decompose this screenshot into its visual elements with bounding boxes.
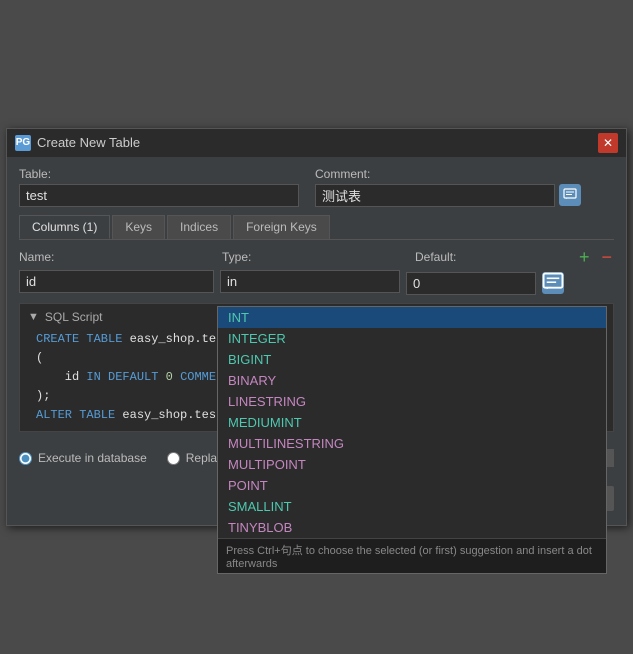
dropdown-item-linestring[interactable]: LINESTRING bbox=[218, 391, 606, 412]
dropdown-item-integer[interactable]: INTEGER bbox=[218, 328, 606, 349]
type-label: Type: bbox=[222, 250, 407, 264]
remove-column-button[interactable]: − bbox=[599, 248, 614, 266]
dropdown-item-tinyblob[interactable]: TINYBLOB bbox=[218, 517, 606, 538]
comment-label: Comment: bbox=[315, 167, 581, 181]
column-row bbox=[19, 270, 614, 295]
table-field-group: Table: bbox=[19, 167, 299, 207]
dropdown-item-mediumint[interactable]: MEDIUMINT bbox=[218, 412, 606, 433]
table-input[interactable] bbox=[19, 184, 299, 207]
comment-wrapper bbox=[315, 184, 581, 207]
dialog-body: Table: Comment: bbox=[7, 157, 626, 526]
chat-icon bbox=[563, 188, 577, 202]
tab-foreignkeys[interactable]: Foreign Keys bbox=[233, 215, 330, 239]
dropdown-item-multipoint[interactable]: MULTIPOINT bbox=[218, 454, 606, 475]
default-label: Default: bbox=[415, 250, 569, 264]
sql-section-label: SQL Script bbox=[45, 310, 103, 324]
dropdown-item-multilinestring[interactable]: MULTILINESTRING bbox=[218, 433, 606, 454]
column-default-input[interactable] bbox=[406, 272, 536, 295]
top-row: Table: Comment: bbox=[19, 167, 614, 207]
name-label: Name: bbox=[19, 250, 214, 264]
tab-columns[interactable]: Columns (1) bbox=[19, 215, 110, 239]
app-icon: PG bbox=[15, 135, 31, 151]
dialog-title: Create New Table bbox=[37, 135, 140, 150]
dropdown-item-point[interactable]: POINT bbox=[218, 475, 606, 496]
close-button[interactable]: ✕ bbox=[598, 133, 618, 153]
comment-input[interactable] bbox=[315, 184, 555, 207]
columns-area: Name: Type: Default: + − bbox=[19, 248, 614, 295]
default-wrapper bbox=[406, 272, 564, 295]
tab-keys[interactable]: Keys bbox=[112, 215, 165, 239]
execute-in-db-label: Execute in database bbox=[38, 451, 147, 465]
default-icon[interactable] bbox=[542, 272, 564, 294]
execute-in-db-radio[interactable] bbox=[19, 452, 32, 465]
column-type-input[interactable] bbox=[220, 270, 400, 293]
dropdown-item-bigint[interactable]: BIGINT bbox=[218, 349, 606, 370]
column-name-input[interactable] bbox=[19, 270, 214, 293]
dropdown-item-smallint[interactable]: SMALLINT bbox=[218, 496, 606, 517]
comment-icon[interactable] bbox=[559, 184, 581, 206]
tabs-bar: Columns (1) Keys Indices Foreign Keys bbox=[19, 215, 614, 240]
execute-in-db-option[interactable]: Execute in database bbox=[19, 451, 147, 465]
replace-ddl-radio[interactable] bbox=[167, 452, 180, 465]
dropdown-item-binary[interactable]: BINARY bbox=[218, 370, 606, 391]
create-table-dialog: PG Create New Table ✕ Table: Comment: bbox=[6, 128, 627, 527]
comment-field-group: Comment: bbox=[315, 167, 581, 207]
title-bar: PG Create New Table ✕ bbox=[7, 129, 626, 157]
title-bar-left: PG Create New Table bbox=[15, 135, 140, 151]
tab-indices[interactable]: Indices bbox=[167, 215, 231, 239]
table-label: Table: bbox=[19, 167, 299, 181]
add-column-button[interactable]: + bbox=[577, 248, 592, 266]
chat-icon-small bbox=[542, 272, 564, 294]
dropdown-hint: Press Ctrl+句点 to choose the selected (or… bbox=[218, 538, 606, 573]
columns-header: Name: Type: Default: + − bbox=[19, 248, 614, 266]
type-dropdown: INT INTEGER BIGINT BINARY LINESTRING MED… bbox=[217, 306, 607, 574]
dropdown-item-int[interactable]: INT bbox=[218, 307, 606, 328]
collapse-arrow: ▼ bbox=[28, 311, 39, 323]
